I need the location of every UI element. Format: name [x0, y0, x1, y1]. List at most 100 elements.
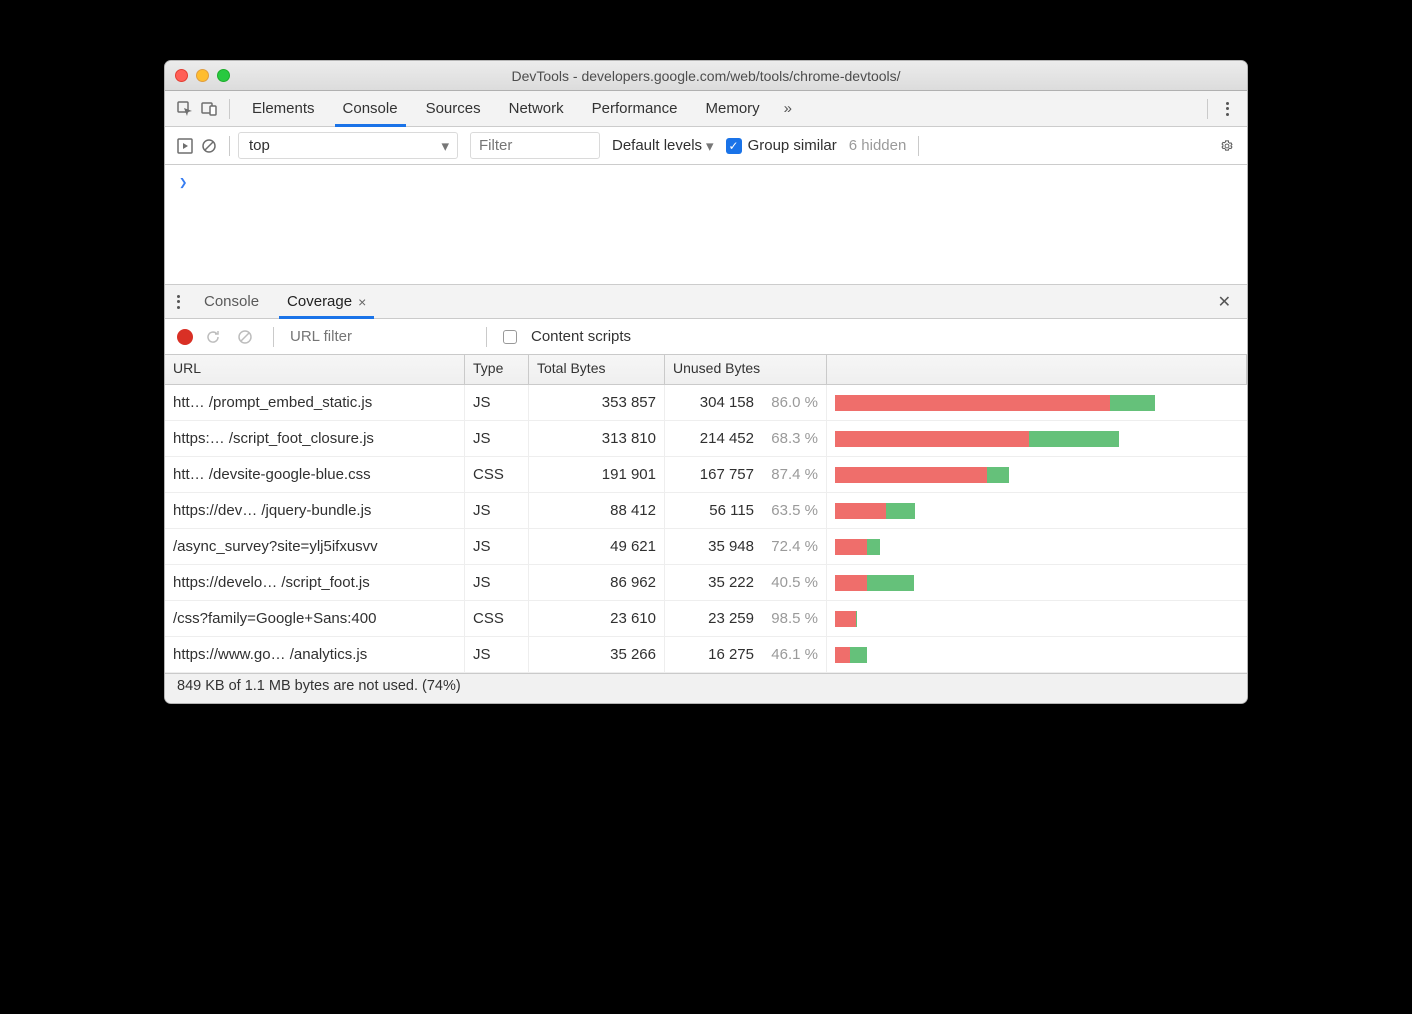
window-title: DevTools - developers.google.com/web/too… [175, 68, 1237, 84]
col-header-type[interactable]: Type [465, 355, 529, 384]
coverage-table-body: htt… /prompt_embed_static.jsJS353 857304… [165, 385, 1247, 673]
divider [1207, 99, 1208, 119]
coverage-row[interactable]: /css?family=Google+Sans:400CSS23 61023 2… [165, 601, 1247, 637]
row-type: CSS [465, 457, 529, 492]
row-usage-bar [827, 493, 1247, 528]
divider [229, 136, 230, 156]
console-output[interactable]: ❯ [165, 165, 1247, 285]
coverage-table-header: URL Type Total Bytes Unused Bytes [165, 355, 1247, 385]
zoom-window-button[interactable] [217, 69, 230, 82]
col-header-bar [827, 355, 1247, 384]
url-filter-input[interactable] [290, 328, 470, 345]
coverage-row[interactable]: htt… /prompt_embed_static.jsJS353 857304… [165, 385, 1247, 421]
drawer-tab-coverage[interactable]: Coverage× [273, 285, 380, 319]
reload-icon[interactable] [201, 325, 225, 349]
row-unused-bytes: 167 75787.4 % [665, 457, 827, 492]
clear-coverage-icon[interactable] [233, 325, 257, 349]
row-total-bytes: 86 962 [529, 565, 665, 600]
drawer-tabs-row: Console Coverage× ✕ [165, 285, 1247, 319]
device-toggle-icon[interactable] [197, 97, 221, 121]
row-unused-bytes: 35 22240.5 % [665, 565, 827, 600]
row-type: JS [465, 565, 529, 600]
drawer-close-button[interactable]: ✕ [1210, 292, 1239, 312]
row-unused-bytes: 304 15886.0 % [665, 385, 827, 420]
close-tab-icon[interactable]: × [358, 285, 366, 319]
row-type: JS [465, 637, 529, 672]
row-usage-bar [827, 601, 1247, 636]
row-usage-bar [827, 529, 1247, 564]
col-header-total[interactable]: Total Bytes [529, 355, 665, 384]
inspect-icon[interactable] [173, 97, 197, 121]
coverage-status: 849 KB of 1.1 MB bytes are not used. (74… [165, 673, 1247, 703]
group-similar-label: Group similar [748, 137, 837, 154]
row-total-bytes: 191 901 [529, 457, 665, 492]
divider [229, 99, 230, 119]
main-tabs-row: ElementsConsoleSourcesNetworkPerformance… [165, 91, 1247, 127]
tab-memory[interactable]: Memory [692, 91, 774, 127]
tab-performance[interactable]: Performance [578, 91, 692, 127]
clear-console-icon[interactable] [197, 134, 221, 158]
minimize-window-button[interactable] [196, 69, 209, 82]
row-total-bytes: 23 610 [529, 601, 665, 636]
coverage-row[interactable]: htt… /devsite-google-blue.cssCSS191 9011… [165, 457, 1247, 493]
caret-down-icon: ▾ [706, 137, 714, 155]
coverage-row[interactable]: /async_survey?site=ylj5ifxusvvJS49 62135… [165, 529, 1247, 565]
divider [273, 327, 274, 347]
row-url: /async_survey?site=ylj5ifxusvv [165, 529, 465, 564]
row-unused-bytes: 214 45268.3 % [665, 421, 827, 456]
tab-sources[interactable]: Sources [412, 91, 495, 127]
main-menu-button[interactable] [1216, 102, 1239, 116]
coverage-row[interactable]: https://www.go… /analytics.jsJS35 26616 … [165, 637, 1247, 673]
row-unused-bytes: 23 25998.5 % [665, 601, 827, 636]
row-usage-bar [827, 421, 1247, 456]
row-total-bytes: 49 621 [529, 529, 665, 564]
row-url: https://develo… /script_foot.js [165, 565, 465, 600]
row-total-bytes: 35 266 [529, 637, 665, 672]
row-usage-bar [827, 385, 1247, 420]
drawer-tab-label: Console [204, 285, 259, 319]
more-tabs-button[interactable]: » [774, 100, 802, 117]
row-url: https:… /script_foot_closure.js [165, 421, 465, 456]
row-url: https://dev… /jquery-bundle.js [165, 493, 465, 528]
row-type: JS [465, 385, 529, 420]
console-prompt-caret: ❯ [179, 175, 187, 191]
row-url: /css?family=Google+Sans:400 [165, 601, 465, 636]
col-header-unused[interactable]: Unused Bytes [665, 355, 827, 384]
col-header-url[interactable]: URL [165, 355, 465, 384]
row-unused-bytes: 35 94872.4 % [665, 529, 827, 564]
row-url: htt… /prompt_embed_static.js [165, 385, 465, 420]
row-total-bytes: 313 810 [529, 421, 665, 456]
group-similar-checkbox[interactable]: ✓ [726, 138, 742, 154]
drawer-tab-console[interactable]: Console [190, 285, 273, 319]
row-unused-bytes: 56 11563.5 % [665, 493, 827, 528]
content-scripts-checkbox[interactable] [503, 330, 517, 344]
row-type: JS [465, 493, 529, 528]
tab-console[interactable]: Console [329, 91, 412, 127]
close-window-button[interactable] [175, 69, 188, 82]
window-titlebar: DevTools - developers.google.com/web/too… [165, 61, 1247, 91]
record-button[interactable] [177, 329, 193, 345]
content-scripts-label: Content scripts [531, 328, 631, 345]
row-unused-bytes: 16 27546.1 % [665, 637, 827, 672]
drawer-menu-button[interactable] [173, 295, 190, 309]
execute-icon[interactable] [173, 134, 197, 158]
hidden-count: 6 hidden [849, 137, 907, 154]
tab-network[interactable]: Network [495, 91, 578, 127]
row-total-bytes: 88 412 [529, 493, 665, 528]
divider [486, 327, 487, 347]
drawer-tab-label: Coverage [287, 285, 352, 319]
traffic-lights [175, 69, 230, 82]
coverage-row[interactable]: https://dev… /jquery-bundle.jsJS88 41256… [165, 493, 1247, 529]
log-levels-selector[interactable]: Default levels ▾ [612, 137, 714, 155]
console-filter-input[interactable] [470, 132, 600, 159]
tab-elements[interactable]: Elements [238, 91, 329, 127]
caret-down-icon: ▾ [441, 137, 449, 155]
row-usage-bar [827, 457, 1247, 492]
coverage-row[interactable]: https://develo… /script_foot.jsJS86 9623… [165, 565, 1247, 601]
context-selector[interactable]: top ▾ [238, 132, 458, 159]
gear-icon[interactable] [1215, 134, 1239, 158]
row-url: htt… /devsite-google-blue.css [165, 457, 465, 492]
coverage-row[interactable]: https:… /script_foot_closure.jsJS313 810… [165, 421, 1247, 457]
coverage-toolbar: Content scripts [165, 319, 1247, 355]
divider [918, 136, 919, 156]
